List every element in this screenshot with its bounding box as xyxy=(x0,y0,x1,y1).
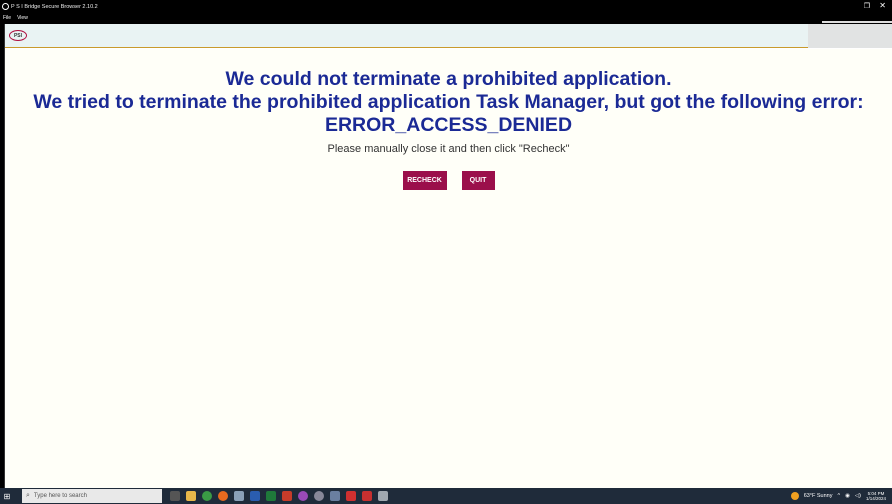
app-icon xyxy=(2,3,9,10)
app-icon-generic[interactable] xyxy=(234,491,244,501)
app-icon-gray[interactable] xyxy=(378,491,388,501)
weather-icon[interactable] xyxy=(790,492,799,500)
task-view-icon[interactable] xyxy=(170,491,180,501)
error-detail: We tried to terminate the prohibited app… xyxy=(33,91,864,113)
secure-browser-icon[interactable] xyxy=(346,491,356,501)
menu-item-view[interactable]: View xyxy=(17,15,28,21)
taskbar: ⊞ ⌕ Type here to search 63°F Sunny ^ ◉ ◁… xyxy=(0,488,892,504)
file-explorer-icon[interactable] xyxy=(186,491,196,501)
main-content: We could not terminate a prohibited appl… xyxy=(5,49,892,488)
system-tray: 63°F Sunny ^ ◉ ◁) 5:04 PM 1/14/2024 xyxy=(790,488,886,504)
app-icon-red[interactable] xyxy=(362,491,372,501)
excel-icon[interactable] xyxy=(266,491,276,501)
windows-start-icon[interactable]: ⊞ xyxy=(0,488,14,504)
calculator-icon[interactable] xyxy=(330,491,340,501)
taskbar-apps xyxy=(170,491,388,501)
menu-bar: File View xyxy=(0,13,892,23)
speed-icon[interactable] xyxy=(314,491,324,501)
instruction-text: Please manually close it and then click … xyxy=(327,143,570,155)
screen: P S I Bridge Secure Browser 2.10.2 ❐ ✕ F… xyxy=(0,0,892,504)
weather-text[interactable]: 63°F Sunny xyxy=(804,493,833,499)
search-icon: ⌕ xyxy=(26,492,30,499)
word-icon[interactable] xyxy=(250,491,260,501)
recheck-button[interactable]: RECHECK xyxy=(402,171,447,190)
network-icon[interactable]: ◉ xyxy=(845,493,850,499)
volume-icon[interactable]: ◁) xyxy=(855,493,861,499)
close-icon[interactable]: ✕ xyxy=(879,1,886,10)
menu-item-file[interactable]: File xyxy=(3,15,11,21)
browser-window: PSI We could not terminate a prohibited … xyxy=(4,24,892,488)
search-placeholder: Type here to search xyxy=(33,493,87,499)
error-heading: We could not terminate a prohibited appl… xyxy=(225,68,672,90)
clock[interactable]: 5:04 PM 1/14/2024 xyxy=(866,491,886,501)
action-buttons: RECHECK QUIT xyxy=(5,171,892,190)
taskbar-search[interactable]: ⌕ Type here to search xyxy=(22,489,162,503)
scrollbar[interactable] xyxy=(822,21,892,23)
chrome-icon[interactable] xyxy=(202,491,212,501)
header-shade xyxy=(808,24,892,48)
firefox-icon[interactable] xyxy=(218,491,228,501)
brand-header: PSI xyxy=(5,24,892,48)
restore-icon[interactable]: ❐ xyxy=(864,2,870,10)
error-code: ERROR_ACCESS_DENIED xyxy=(324,114,573,136)
app-icon-purple[interactable] xyxy=(298,491,308,501)
title-bar: P S I Bridge Secure Browser 2.10.2 ❐ ✕ xyxy=(0,0,892,13)
quit-button[interactable]: QUIT xyxy=(461,171,495,190)
powerpoint-icon[interactable] xyxy=(282,491,292,501)
chevron-up-icon[interactable]: ^ xyxy=(838,493,841,499)
window-title: P S I Bridge Secure Browser 2.10.2 xyxy=(11,3,98,10)
psi-logo: PSI xyxy=(9,30,27,41)
clock-date: 1/14/2024 xyxy=(865,496,886,501)
